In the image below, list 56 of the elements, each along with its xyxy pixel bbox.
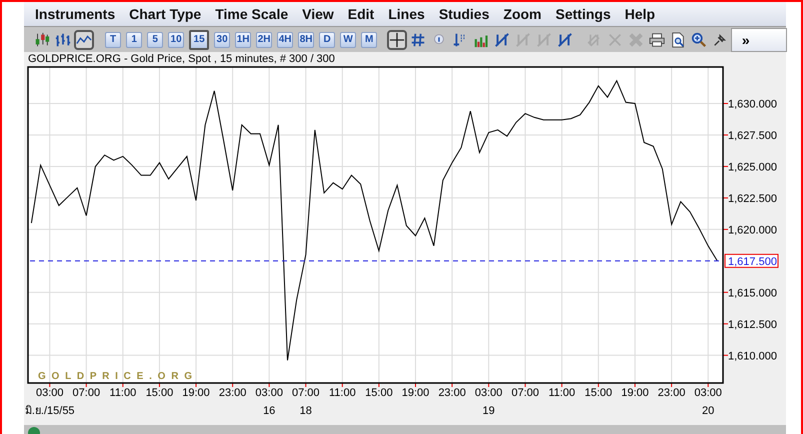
menu-item[interactable]: Edit — [340, 6, 382, 22]
timescale-button[interactable]: 1 — [126, 32, 142, 48]
axis-label: 03:00 20 — [694, 387, 722, 418]
axis-label: 07:00 — [511, 387, 539, 400]
axis-label: 1,630.000 — [728, 98, 777, 111]
timescale-button[interactable]: M — [361, 32, 378, 48]
axis-label: 23:00 — [218, 387, 246, 400]
axis-label: 11:00 — [329, 387, 356, 400]
timescale-button[interactable]: 1H — [235, 32, 252, 48]
ref-line-label: 1,617.500 — [728, 256, 777, 268]
timescale-button[interactable]: 30 — [214, 32, 230, 48]
menu-item[interactable]: Zoom — [496, 6, 548, 22]
axis-label: 1,615.000 — [728, 288, 777, 300]
timescale-button[interactable]: 5 — [147, 32, 164, 48]
menu-item[interactable]: Instruments — [28, 6, 122, 22]
axis-label: 23:00 — [438, 387, 466, 400]
crosshair-icon[interactable] — [387, 30, 408, 50]
menu-item[interactable]: Chart Type — [122, 6, 208, 22]
axis-label: 11:00 — [548, 387, 576, 400]
menu-item[interactable]: View — [295, 6, 341, 22]
axis-label: 19:00 — [402, 387, 430, 400]
chart-watermark: G O L D P R I C E . O R G — [38, 371, 194, 382]
axis-label: 1,610.000 — [728, 350, 777, 363]
axis-label: 03:00 16 — [255, 387, 283, 418]
axis-label: 15:00 — [146, 387, 174, 400]
axis-label: 19:00 — [182, 387, 210, 400]
timescale-button[interactable]: 15 — [189, 30, 210, 50]
axis-label: 15:00 — [365, 387, 393, 400]
axis-label: 1,622.500 — [728, 193, 777, 206]
axis-label: 15:00 — [584, 387, 612, 400]
axis-label: 07:00 18 — [292, 387, 320, 418]
timescale-button[interactable]: 10 — [168, 32, 184, 48]
axis-label: 07:00 — [72, 387, 100, 400]
menu-item[interactable]: Studies — [432, 6, 496, 22]
timescale-button[interactable]: D — [319, 32, 336, 48]
overflow-button[interactable]: » — [730, 28, 787, 52]
timescale-button[interactable]: W — [340, 32, 356, 48]
axis-label: 11:00 — [110, 387, 136, 400]
timescale-button[interactable]: 4H — [277, 32, 294, 48]
menu-item[interactable]: Settings — [548, 6, 618, 22]
axis-label: 19:00 — [621, 387, 649, 400]
timescale-button[interactable]: 8H — [298, 32, 314, 48]
menu-item[interactable]: Help — [618, 6, 662, 22]
line-chart-icon[interactable] — [74, 30, 94, 50]
axis-label: 1,620.000 — [728, 224, 777, 237]
axis-label: 1,625.000 — [728, 162, 777, 174]
axis-label: 23:00 — [658, 387, 686, 400]
menu-item[interactable]: Time Scale — [208, 6, 296, 22]
timescale-button[interactable]: T — [105, 32, 122, 48]
menu-item[interactable]: Lines — [381, 6, 432, 22]
axis-label: 1,612.500 — [728, 319, 777, 332]
price-label: 1,617.500 — [724, 254, 778, 268]
axis-label: 1,627.500 — [728, 130, 777, 142]
timescale-button[interactable]: 2H — [256, 32, 272, 48]
chart-title: GOLDPRICE.ORG - Gold Price, Spot , 15 minutes, # 300 / 300 — [28, 53, 335, 66]
axis-label: 03:00 19 — [474, 387, 502, 418]
